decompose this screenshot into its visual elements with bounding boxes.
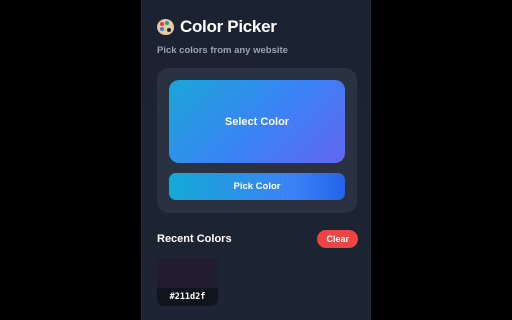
palette-red-dot xyxy=(160,22,164,26)
page-title: Color Picker xyxy=(180,17,277,36)
header: Color Picker Pick colors from any websit… xyxy=(157,17,288,56)
picker-card: Select Color Pick Color xyxy=(157,68,357,213)
clear-button[interactable]: Clear xyxy=(317,230,358,248)
swatch-color-preview xyxy=(157,258,218,288)
title-row: Color Picker xyxy=(157,17,288,37)
palette-blue-dot xyxy=(160,27,164,31)
palette-thumb-hole xyxy=(167,28,171,32)
palette-green-dot xyxy=(165,21,169,25)
page-subtitle: Pick colors from any website xyxy=(157,45,288,56)
recent-colors-header: Recent Colors Clear xyxy=(157,230,358,248)
select-color-label: Select Color xyxy=(224,115,290,128)
palette-icon xyxy=(157,19,174,35)
swatch-hex-label: #211d2f xyxy=(169,292,206,302)
recent-colors-title: Recent Colors xyxy=(157,233,232,245)
select-color-area[interactable]: Select Color xyxy=(169,80,345,163)
color-swatch[interactable]: #211d2f xyxy=(157,258,218,306)
color-picker-popup: Color Picker Pick colors from any websit… xyxy=(141,0,371,320)
pick-color-button[interactable]: Pick Color xyxy=(169,173,345,200)
